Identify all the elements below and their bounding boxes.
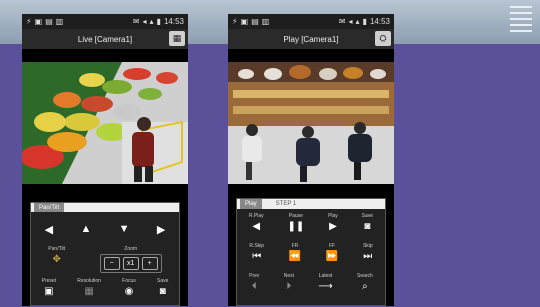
save-button[interactable]: Save ◙ (362, 213, 373, 232)
live-camera-icon[interactable]: ⛭ (375, 31, 391, 46)
tab-step[interactable]: STEP 1 (276, 201, 297, 207)
next-icon: ⏵ (286, 281, 292, 292)
zoom-x1-button[interactable]: x1 (122, 257, 139, 270)
phone-live: ⚡ ▣ ▤ ▥ ✉ ◂ ▴ ▮ 14:53 Live [Camera1] ▦ P… (22, 14, 188, 306)
zoom-in-button[interactable]: + (141, 257, 158, 270)
prev-icon: ⏴ (251, 281, 257, 292)
tab-play[interactable]: Play (240, 199, 262, 209)
resolution-icon: ▦ (84, 286, 94, 297)
zoom-control: Zoom − x1 + (99, 246, 162, 273)
zoom-out-button[interactable]: − (103, 257, 120, 270)
latest-button[interactable]: Latest ⟶ (318, 273, 332, 292)
latest-icon: ⟶ (318, 281, 333, 292)
pause-button[interactable]: Pause ❚❚ (287, 213, 304, 232)
arrow-left-icon[interactable]: ◀ (45, 223, 53, 236)
page-title: Play [Camera1] (283, 34, 339, 44)
menu-icon[interactable] (510, 6, 532, 36)
arrow-up-icon[interactable]: ▲ (80, 223, 91, 235)
page-title: Live [Camera1] (77, 34, 133, 44)
ptz-panel: Pan/Tilt ◀ ▲ ▼ ▶ Pan/Tilt ✥ Zoom − x1 + … (30, 202, 180, 306)
preset-icon: ▣ (44, 286, 54, 297)
play-button[interactable]: Play ▶ (328, 213, 338, 232)
focus-button[interactable]: Focus ◉ (122, 278, 136, 297)
search-icon: ⌕ (362, 281, 368, 292)
camera-view[interactable] (22, 62, 188, 184)
arrow-right-icon[interactable]: ▶ (157, 223, 165, 236)
title-bar: Live [Camera1] ▦ (22, 29, 188, 49)
grid-icon[interactable]: ▦ (169, 31, 185, 46)
status-time: 14:53 (369, 17, 390, 26)
pause-icon: ❚❚ (287, 221, 305, 232)
fast-rewind-button[interactable]: FR ⏪ (289, 243, 301, 262)
joystick-icon: ✥ (52, 254, 61, 265)
next-button[interactable]: Next ⏵ (284, 273, 294, 292)
skip-forward-icon: ⏭ (363, 251, 373, 262)
fast-forward-icon: ⏩ (325, 251, 339, 262)
camera-view[interactable] (228, 62, 394, 184)
skip-back-icon: ⏮ (252, 251, 262, 262)
title-bar: Play [Camera1] ⛭ (228, 29, 394, 49)
prev-button[interactable]: Prev ⏴ (249, 273, 259, 292)
status-bar: ⚡ ▣ ▤ ▥ ✉ ◂ ▴ ▮ 14:53 (22, 14, 188, 29)
panel-tab[interactable]: Pan/Tilt (31, 203, 179, 212)
rewind-icon: ⏪ (288, 251, 302, 262)
fast-forward-button[interactable]: FF ⏩ (326, 243, 338, 262)
panel-tabs: Play STEP 1 (237, 199, 385, 209)
pantilt-control[interactable]: Pan/Tilt ✥ (48, 246, 65, 265)
camera-icon: ◙ (159, 286, 166, 297)
reverse-skip-button[interactable]: R.Skip ⏮ (249, 243, 264, 262)
preset-button[interactable]: Preset ▣ (42, 278, 56, 297)
playback-panel: Play STEP 1 R.Play ◀ Pause ❚❚ Play ▶ Save ◙ … (236, 198, 386, 306)
phone-play: ⚡ ▣ ▤ ▥ ✉ ◂ ▴ ▮ 14:53 Play [Camera1] ⛭ P… (228, 14, 394, 306)
reverse-play-icon: ◀ (252, 221, 261, 232)
status-time: 14:53 (163, 17, 184, 26)
save-button[interactable]: Save ◙ (157, 278, 168, 297)
reverse-play-button[interactable]: R.Play ◀ (249, 213, 264, 232)
arrow-down-icon[interactable]: ▼ (119, 223, 130, 235)
resolution-button[interactable]: Resolution ▦ (77, 278, 101, 297)
focus-icon: ◉ (124, 286, 134, 297)
search-button[interactable]: Search ⌕ (357, 273, 373, 292)
pan-tilt-arrows: ◀ ▲ ▼ ▶ (31, 212, 179, 246)
skip-button[interactable]: Skip ⏭ (363, 243, 373, 262)
camera-icon: ◙ (364, 221, 371, 232)
status-bar: ⚡ ▣ ▤ ▥ ✉ ◂ ▴ ▮ 14:53 (228, 14, 394, 29)
play-icon: ▶ (329, 221, 337, 232)
